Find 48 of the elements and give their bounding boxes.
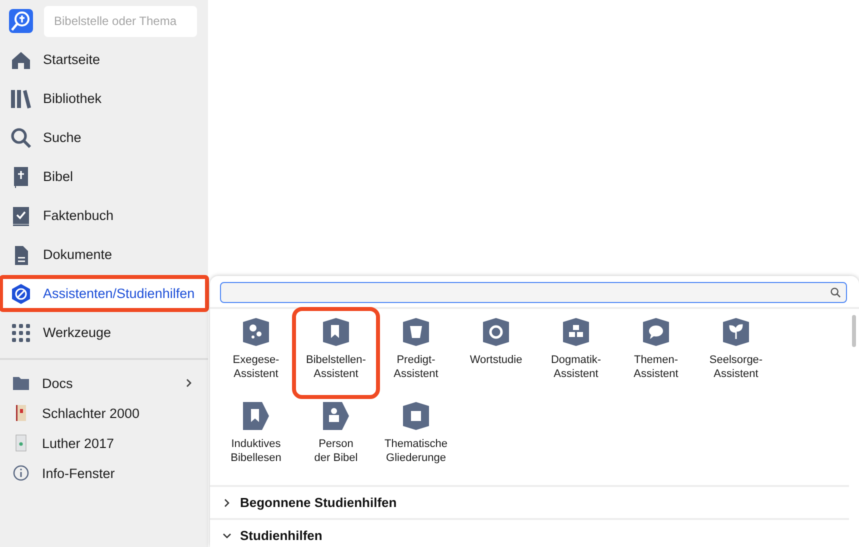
assistant-tile[interactable]: Bibelstellen- Assistent [296,311,376,395]
hexagon-icon [322,317,350,347]
shortcut-item[interactable]: Info-Fenster [0,458,208,488]
books-icon [10,88,32,110]
nav-item[interactable]: Startseite [0,42,208,77]
scrollbar[interactable] [852,315,856,347]
chevron-right-icon [184,378,194,388]
filter-field[interactable] [220,282,847,303]
assistant-tile[interactable]: Themen- Assistent [616,311,696,395]
nav-item[interactable]: Assistenten/Studienhilfen [0,276,208,311]
info-icon [12,464,30,482]
nav-item[interactable]: Faktenbuch [0,198,208,233]
assistant-tile[interactable]: Wortstudie [456,311,536,395]
assistant-tile[interactable]: Person der Bibel [296,395,376,479]
hexagon-icon [242,317,270,347]
shortcut-item[interactable]: Schlachter 2000 [0,398,208,428]
hexagon-icon [482,317,510,347]
nav-item[interactable]: Suche [0,120,208,155]
folder-icon [12,374,30,392]
tag-icon [242,401,270,431]
section-header[interactable]: Begonnene Studienhilfen [210,487,849,520]
nav-item[interactable]: Bibliothek [0,81,208,116]
checked-book-icon [10,204,32,226]
search-field[interactable]: Bibelstelle oder Thema [44,6,197,36]
section-header[interactable]: Studienhilfen [210,520,849,547]
hexagon-icon [402,317,430,347]
assistant-tile[interactable]: Exegese- Assistent [216,311,296,395]
nav-item[interactable]: Dokumente [0,237,208,272]
app-logo-icon[interactable] [9,9,33,33]
assistant-tile[interactable]: Induktives Bibellesen [216,395,296,479]
chevron-icon [222,530,232,540]
shortcut-item[interactable]: Luther 2017 [0,428,208,458]
hexagon-icon [642,317,670,347]
search-icon [10,126,32,148]
assistant-tile[interactable]: Dogmatik- Assistent [536,311,616,395]
tag-icon [322,401,350,431]
assistant-tile[interactable]: Predigt- Assistent [376,311,456,395]
hexagon-icon [402,401,430,431]
hexagon-icon [722,317,750,347]
assistant-tile[interactable]: Seelsorge- Assistent [696,311,776,395]
chevron-icon [222,498,232,508]
nav-item[interactable]: Werkzeuge [0,315,208,350]
shortcut-item[interactable]: Docs [0,368,208,398]
assistant-tile[interactable]: Thematische Gliederunge [376,395,456,479]
nav-item[interactable]: Bibel [0,159,208,194]
search-icon [830,287,841,298]
hexagon-icon [562,317,590,347]
grid-icon [10,322,32,344]
